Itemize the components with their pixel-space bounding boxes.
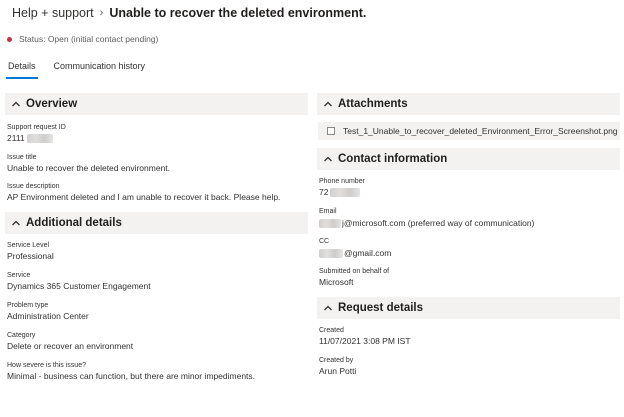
contact-information-title: Contact information — [338, 153, 448, 165]
created-by-value: Arun Potti — [319, 366, 357, 376]
page-title: Unable to recover the deleted environmen… — [109, 6, 367, 20]
phone-number-value: 72 — [319, 187, 361, 197]
cc-value: @gmail.com — [319, 248, 391, 258]
submitted-on-behalf-value: Microsoft — [319, 277, 354, 287]
issue-title-label: Issue title — [7, 154, 37, 161]
issue-title-value: Unable to recover the deleted environmen… — [7, 163, 171, 173]
service-level-value: Professional — [7, 251, 54, 261]
chevron-up-icon — [324, 101, 332, 107]
service-label: Service — [7, 272, 31, 279]
severity-value: Minimal - business can function, but the… — [7, 371, 256, 381]
redacted-block — [319, 248, 343, 258]
support-request-id-label: Support request ID — [7, 124, 66, 131]
request-details-title: Request details — [338, 302, 423, 314]
cc-text: @gmail.com — [344, 248, 392, 258]
request-details-section-header[interactable]: Request details — [317, 297, 620, 319]
created-label: Created — [319, 327, 344, 334]
problem-type-value: Administration Center — [7, 311, 89, 321]
tab-details-label: Details — [8, 61, 36, 71]
severity-label: How severe is this issue? — [7, 362, 86, 369]
email-label: Email — [319, 208, 337, 215]
additional-details-title: Additional details — [26, 217, 122, 229]
breadcrumb: Help + support › Unable to recover the d… — [12, 6, 366, 20]
chevron-up-icon — [12, 220, 20, 226]
status-text: Status: Open (initial contact pending) — [19, 34, 159, 44]
category-label: Category — [7, 332, 36, 339]
problem-type-label: Problem type — [7, 302, 49, 309]
created-value: 11/07/2021 3:08 PM IST — [319, 336, 411, 346]
phone-number-text: 72 — [319, 187, 329, 197]
chevron-up-icon — [12, 101, 20, 107]
contact-information-section-header[interactable]: Contact information — [317, 148, 620, 170]
redacted-block — [26, 133, 53, 143]
cc-label: CC — [319, 238, 330, 245]
issue-description-label: Issue description — [7, 183, 60, 190]
breadcrumb-separator: › — [99, 7, 104, 19]
email-value: j@microsoft.com (preferred way of commun… — [319, 218, 534, 228]
status-line: Status: Open (initial contact pending) — [7, 34, 158, 44]
attachments-section-header[interactable]: Attachments — [317, 93, 620, 115]
attachment-file-name[interactable]: Test_1_Unable_to_recover_deleted_Environ… — [343, 126, 618, 136]
overview-title: Overview — [26, 98, 78, 110]
additional-details-section-header[interactable]: Additional details — [5, 212, 308, 234]
redacted-block — [330, 187, 361, 197]
service-value: Dynamics 365 Customer Engagement — [7, 281, 151, 291]
chevron-up-icon — [324, 156, 332, 162]
chevron-up-icon — [324, 305, 332, 311]
attachment-item[interactable]: Test_1_Unable_to_recover_deleted_Environ… — [318, 122, 620, 140]
created-by-label: Created by — [319, 357, 354, 364]
email-text: j@microsoft.com (preferred way of commun… — [342, 218, 535, 228]
tab-communication-history-label: Communication history — [53, 61, 146, 71]
attachments-title: Attachments — [338, 98, 408, 110]
submitted-on-behalf-label: Submitted on behalf of — [319, 268, 390, 275]
tab-communication-history[interactable]: Communication history — [52, 61, 148, 79]
tab-bar: Details Communication history — [6, 61, 161, 79]
breadcrumb-help-support-link[interactable]: Help + support — [12, 6, 94, 20]
category-value: Delete or recover an environment — [7, 341, 134, 351]
support-request-id-text: 2111 — [7, 133, 25, 143]
overview-section-header[interactable]: Overview — [5, 93, 308, 115]
phone-number-label: Phone number — [319, 178, 365, 185]
support-request-id-value: 2111 — [7, 133, 53, 143]
status-dot-icon — [7, 36, 12, 42]
service-level-label: Service Level — [7, 242, 50, 249]
redacted-block — [319, 218, 341, 228]
issue-description-value: AP Environment deleted and I am unable t… — [7, 192, 281, 202]
attachment-checkbox[interactable] — [327, 127, 335, 135]
tab-details[interactable]: Details — [6, 61, 38, 79]
